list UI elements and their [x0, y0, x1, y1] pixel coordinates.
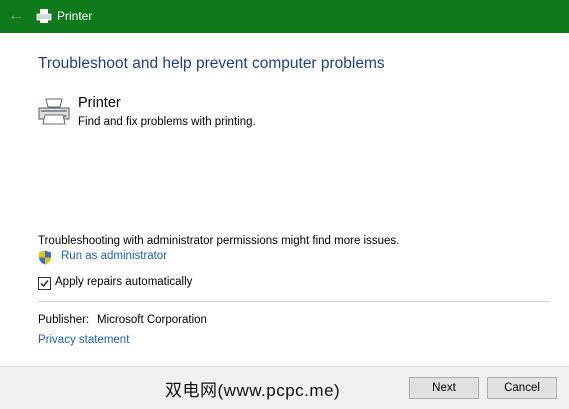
next-button[interactable]: Next: [409, 377, 479, 399]
apply-repairs-checkbox[interactable]: [38, 277, 51, 290]
title-bar: ← Printer: [0, 0, 569, 33]
cancel-button[interactable]: Cancel: [487, 377, 557, 399]
printer-icon: [36, 9, 52, 23]
admin-note: Troubleshooting with administrator permi…: [38, 235, 400, 247]
publisher-label: Publisher:: [38, 314, 90, 326]
privacy-statement-link[interactable]: Privacy statement: [38, 334, 129, 346]
publisher-value: Microsoft Corporation: [97, 314, 207, 326]
window-title: Printer: [57, 9, 93, 23]
back-arrow-icon[interactable]: ←: [6, 6, 26, 26]
uac-shield-icon: [39, 250, 51, 265]
watermark-text: 双电网(www.pcpc.me): [165, 381, 341, 400]
printer-icon: [38, 98, 70, 125]
troubleshooter-description: Find and fix problems with printing.: [78, 116, 256, 128]
checkmark-icon: [40, 280, 49, 288]
page-heading: Troubleshoot and help prevent computer p…: [38, 55, 385, 72]
troubleshooter-title[interactable]: Printer: [78, 95, 121, 111]
divider: [38, 301, 550, 302]
apply-repairs-label[interactable]: Apply repairs automatically: [55, 276, 192, 288]
run-as-administrator-link[interactable]: Run as administrator: [61, 250, 167, 262]
footer-bar: 双电网(www.pcpc.me) Next Cancel: [0, 366, 569, 409]
